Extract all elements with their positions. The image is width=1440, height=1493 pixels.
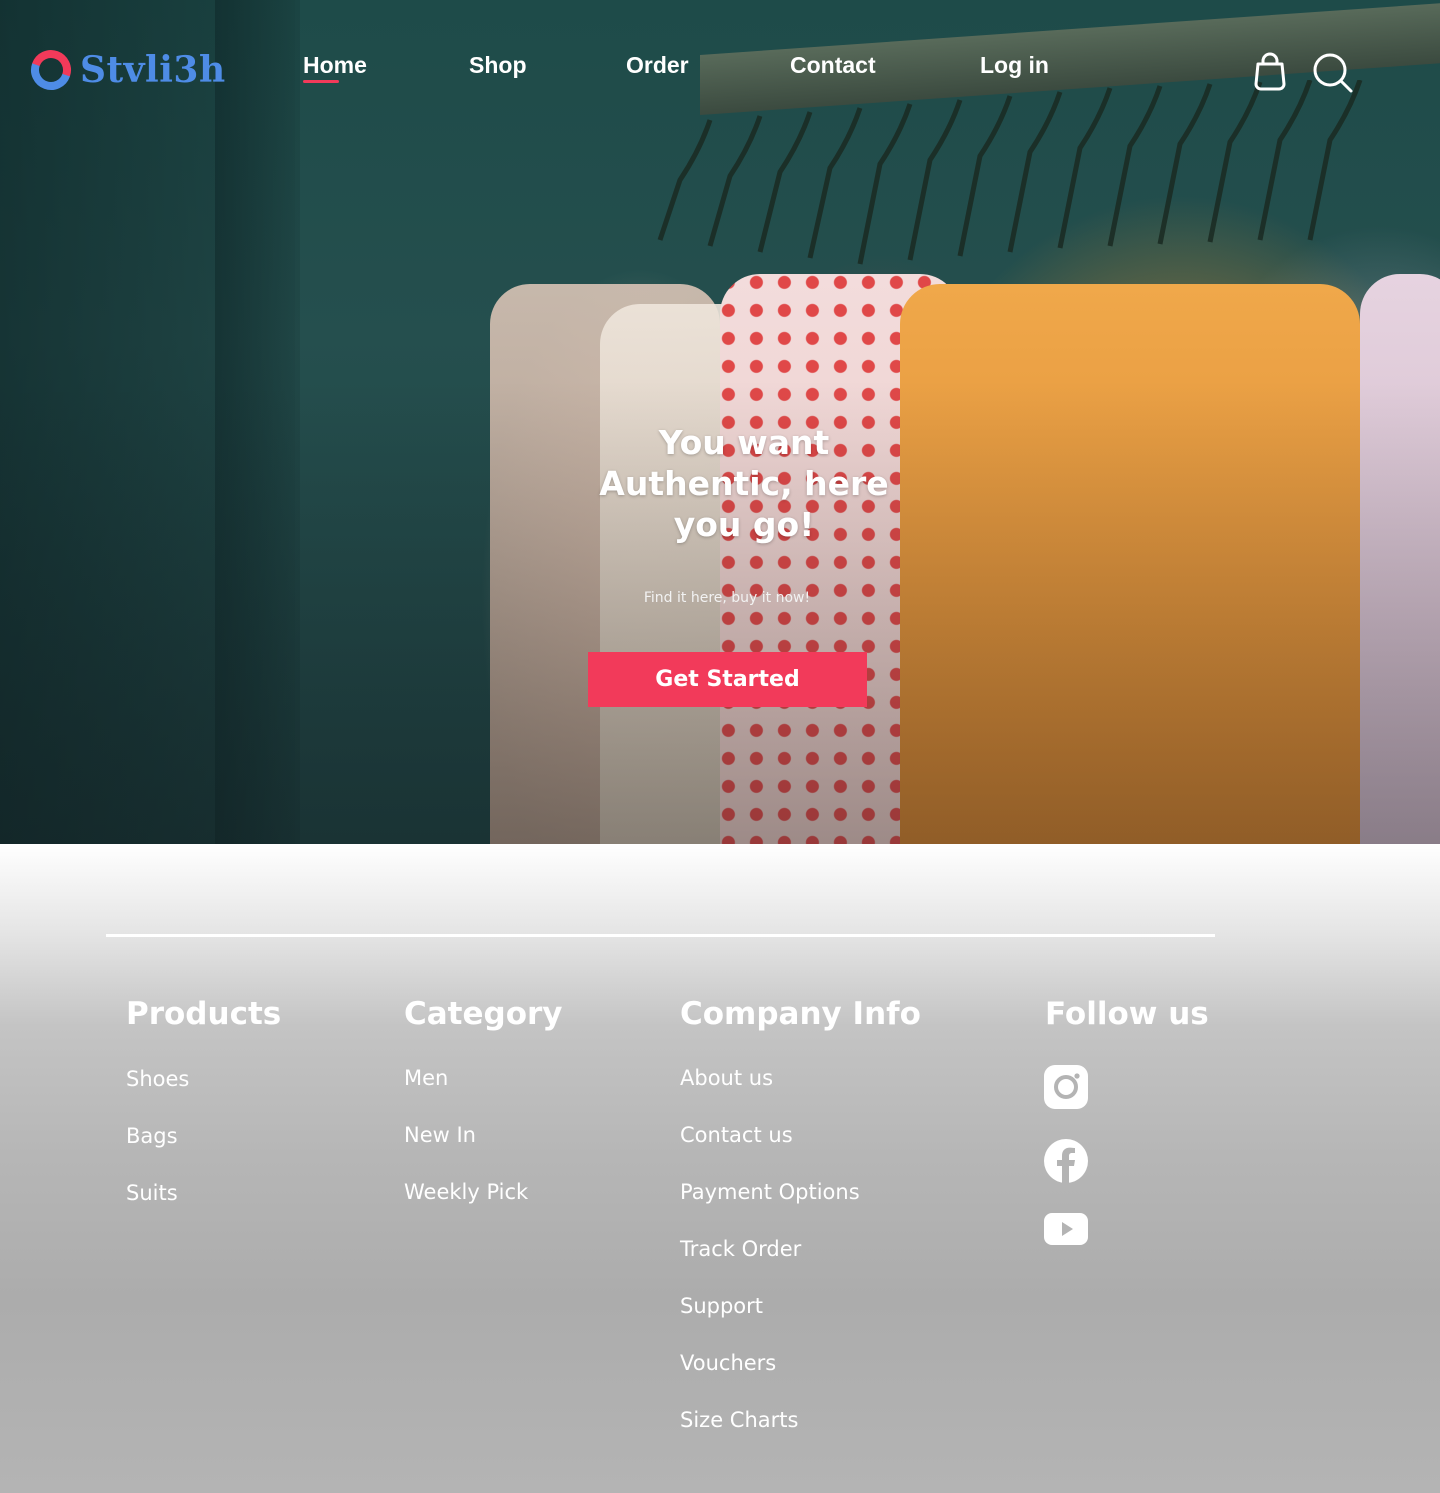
- nav-login-link[interactable]: Log in: [980, 52, 1049, 79]
- footer-link-new-in[interactable]: New In: [404, 1123, 476, 1147]
- nav-contact-link[interactable]: Contact: [790, 52, 876, 79]
- footer-link-about-us[interactable]: About us: [680, 1066, 773, 1090]
- footer-link-size-charts[interactable]: Size Charts: [680, 1408, 798, 1432]
- footer-link-shoes[interactable]: Shoes: [126, 1067, 189, 1091]
- footer-heading-category: Category: [404, 996, 563, 1032]
- youtube-icon[interactable]: [1044, 1213, 1088, 1249]
- nav-shop-link[interactable]: Shop: [469, 52, 527, 79]
- brand-name: Stvli3h: [80, 49, 226, 91]
- search-icon[interactable]: [1312, 52, 1354, 98]
- footer-link-suits[interactable]: Suits: [126, 1181, 178, 1205]
- footer-link-track-order[interactable]: Track Order: [680, 1237, 801, 1261]
- nav-order-link[interactable]: Order: [626, 52, 689, 79]
- footer-link-vouchers[interactable]: Vouchers: [680, 1351, 776, 1375]
- footer-link-contact-us[interactable]: Contact us: [680, 1123, 793, 1147]
- bag-icon[interactable]: [1252, 52, 1288, 96]
- footer-link-support[interactable]: Support: [680, 1294, 763, 1318]
- footer-heading-products: Products: [126, 996, 282, 1032]
- instagram-icon[interactable]: [1044, 1065, 1088, 1113]
- nav-active-indicator: [303, 80, 339, 83]
- brand-logo[interactable]: Stvli3h: [30, 49, 226, 91]
- get-started-button[interactable]: Get Started: [588, 652, 867, 707]
- footer: Products Shoes Bags Suits Category Men N…: [0, 844, 1440, 1493]
- logo-icon: [31, 50, 71, 90]
- footer-link-bags[interactable]: Bags: [126, 1124, 178, 1148]
- nav-home-link[interactable]: Home: [303, 52, 367, 79]
- hero-headline: You want Authentic, here you go!: [599, 423, 889, 544]
- footer-link-weekly-pick[interactable]: Weekly Pick: [404, 1180, 528, 1204]
- footer-heading-follow-us: Follow us: [1045, 996, 1209, 1032]
- hero-subline: Find it here, buy it now!: [643, 590, 811, 606]
- footer-heading-company-info: Company Info: [680, 996, 921, 1032]
- footer-link-men[interactable]: Men: [404, 1066, 448, 1090]
- facebook-icon[interactable]: [1044, 1139, 1088, 1187]
- footer-link-payment-options[interactable]: Payment Options: [680, 1180, 860, 1204]
- footer-divider: [106, 934, 1215, 937]
